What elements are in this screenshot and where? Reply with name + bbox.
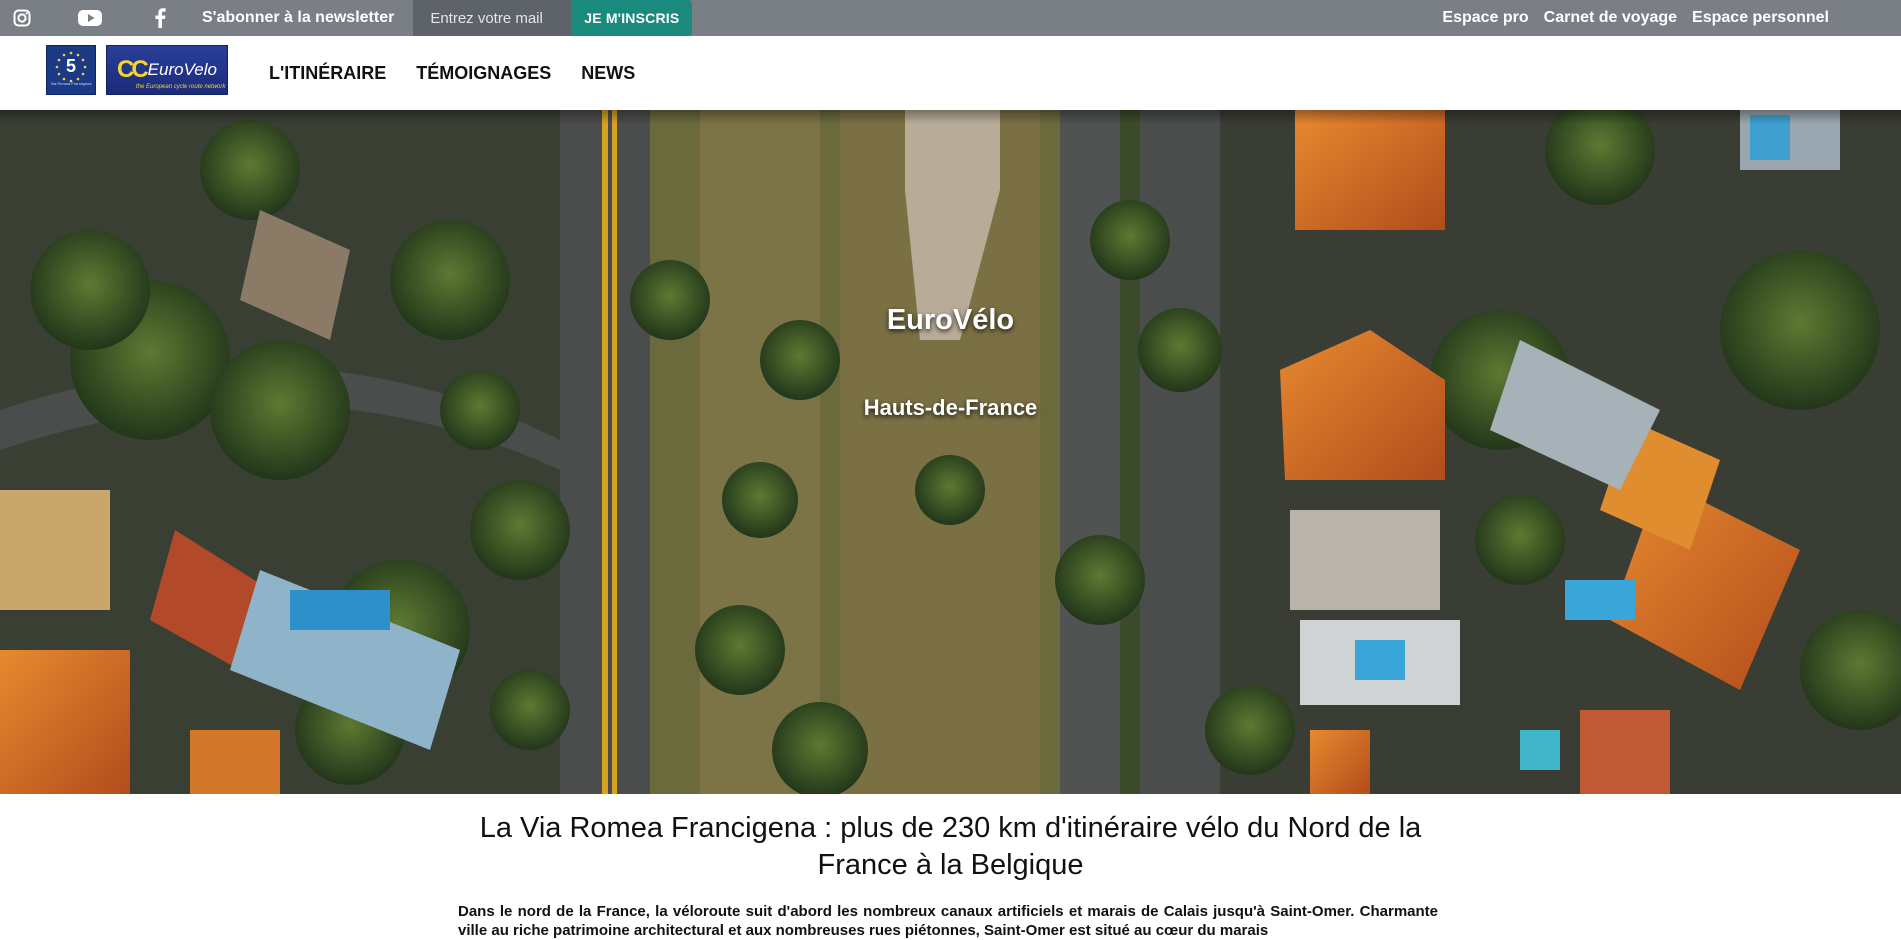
email-input[interactable] xyxy=(413,0,572,36)
instagram-icon[interactable] xyxy=(6,0,38,36)
account-links: Espace pro Carnet de voyage Espace perso… xyxy=(1442,0,1829,36)
eurovelo-logo-text: EuroVelo xyxy=(147,60,217,79)
primary-menu: L'ITINÉRAIRE TÉMOIGNAGES NEWS xyxy=(269,36,665,110)
eurovelo-logo[interactable]: CC EuroVelo the European cycle route net… xyxy=(106,45,228,95)
hero-banner: EuroVélo Hauts-de-France xyxy=(0,110,1901,794)
article-title: La Via Romea Francigena : plus de 230 km… xyxy=(479,812,1422,881)
newsletter-form: JE M'INSCRIS xyxy=(413,0,693,36)
top-bar: S'abonner à la newsletter JE M'INSCRIS E… xyxy=(0,0,1901,36)
nav-itineraire[interactable]: L'ITINÉRAIRE xyxy=(269,63,386,84)
espace-pro-link[interactable]: Espace pro xyxy=(1442,9,1528,27)
article-intro: Dans le nord de la France, la véloroute … xyxy=(458,903,1438,939)
social-links xyxy=(6,0,212,36)
facebook-icon[interactable] xyxy=(144,0,176,36)
main-navigation: 5 Via Romea Francigena CC EuroVelo the E… xyxy=(0,36,1901,110)
youtube-icon[interactable] xyxy=(74,0,106,36)
newsletter-label: S'abonner à la newsletter xyxy=(202,9,395,26)
subscribe-button[interactable]: JE M'INSCRIS xyxy=(571,0,693,36)
carnet-de-voyage-link[interactable]: Carnet de voyage xyxy=(1544,9,1677,27)
eu-stars-icon xyxy=(55,51,87,83)
eurovelo-mark-icon: CC xyxy=(117,56,149,83)
top-shadow xyxy=(0,110,1901,124)
hero-subtitle: Hauts-de-France xyxy=(863,395,1038,420)
espace-personnel-link[interactable]: Espace personnel xyxy=(1692,9,1829,27)
hero-aerial-image xyxy=(0,110,1901,794)
nav-temoignages[interactable]: TÉMOIGNAGES xyxy=(416,63,551,84)
eurovelo-tagline: the European cycle route network xyxy=(136,84,226,90)
route-5-logo[interactable]: 5 Via Romea Francigena xyxy=(46,45,96,95)
nav-news[interactable]: NEWS xyxy=(581,63,635,84)
hero-title: EuroVélo xyxy=(886,304,1015,336)
